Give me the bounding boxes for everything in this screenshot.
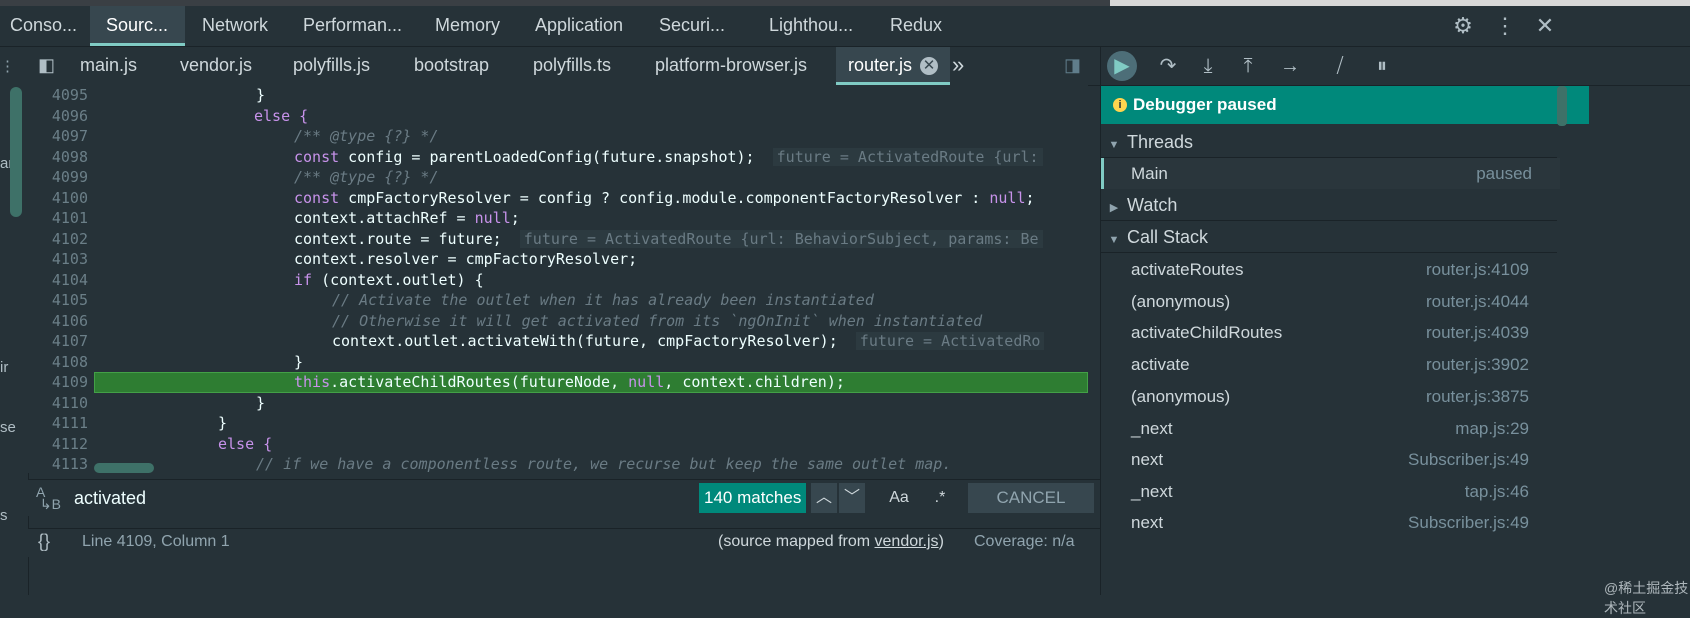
more-options-icon[interactable]: ⋮	[1491, 12, 1519, 40]
debugger-toolbar: ▶ ↷ ⤓ ⤒ → ⧸ ⏸	[1101, 47, 1690, 86]
call-frame[interactable]: (anonymous) router.js:4044	[1101, 286, 1557, 317]
code-editor[interactable]: 4095} 4096 else { 4097/** @type {?} */ 40…	[28, 85, 1088, 473]
call-frame[interactable]: _next tap.js:46	[1101, 476, 1557, 507]
inline-value-hint: future = ActivatedRoute {url:	[772, 147, 1043, 166]
pretty-print-icon[interactable]: {}	[38, 531, 50, 552]
tab-network[interactable]: Network	[202, 6, 268, 46]
code-line: 4106// Otherwise it will get activated f…	[51, 311, 983, 330]
thread-row-main[interactable]: Main paused	[1101, 158, 1560, 189]
code-line: 4099/** @type {?} */	[51, 168, 439, 186]
collapsed-triangle-icon: ▶	[1109, 202, 1119, 214]
call-frame[interactable]: _next map.js:29	[1101, 413, 1557, 444]
step-over-icon[interactable]: ↷	[1153, 51, 1183, 81]
navigator-text: ir	[0, 359, 9, 376]
next-match-button[interactable]: ﹀	[839, 483, 865, 513]
replace-toggle-icon[interactable]: A ↳B	[36, 485, 61, 511]
resume-icon[interactable]: ▶	[1107, 51, 1137, 81]
tab-application[interactable]: Application	[535, 6, 623, 46]
code-line: 4096 else {	[51, 106, 309, 125]
navigator-menu-icon[interactable]: ⋮	[0, 57, 15, 75]
tab-lighthouse[interactable]: Lighthou...	[769, 6, 853, 46]
more-tabs-icon[interactable]: »	[952, 47, 964, 85]
settings-gear-icon[interactable]: ⚙	[1449, 12, 1477, 40]
close-tab-icon[interactable]: ✕	[920, 57, 939, 76]
expanded-triangle-icon: ▼	[1108, 234, 1120, 246]
code-line: 4111}	[51, 414, 228, 432]
code-line: 4112 else {	[51, 434, 273, 453]
search-input[interactable]	[72, 482, 732, 514]
search-bar: A ↳B 140 matches ︿ ﹀ Aa .* CANCEL	[28, 479, 1100, 516]
code-line: 4095}	[51, 86, 266, 104]
current-execution-line: 4109 this.activateChildRoutes(futureNode,…	[28, 372, 1088, 393]
tab-performance[interactable]: Performan...	[303, 6, 402, 46]
debugger-scrollbar[interactable]	[1557, 86, 1567, 126]
code-line: 4097/** @type {?} */	[51, 127, 439, 145]
file-tab-bar: ◧ main.js vendor.js polyfills.js bootstr…	[28, 47, 1100, 86]
code-line: 4113// if we have a componentless route,…	[51, 455, 952, 473]
call-frame[interactable]: activateChildRoutes router.js:4039	[1101, 317, 1557, 348]
call-frame[interactable]: next Subscriber.js:49	[1101, 444, 1557, 475]
callstack-section-header[interactable]: ▼ Call Stack	[1101, 222, 1557, 253]
code-line: 4104 if (context.outlet) {	[51, 270, 484, 289]
tab-console[interactable]: Conso...	[10, 6, 88, 46]
tab-memory[interactable]: Memory	[435, 6, 500, 46]
navigator-text: se	[0, 419, 16, 436]
step-out-icon[interactable]: ⤒	[1233, 51, 1263, 81]
info-icon: i	[1113, 98, 1127, 112]
expanded-triangle-icon: ▼	[1108, 139, 1120, 151]
navigator-scrollbar[interactable]	[10, 87, 22, 217]
match-case-button[interactable]: Aa	[883, 483, 915, 513]
file-tab-polyfills-ts[interactable]: polyfills.ts	[533, 47, 611, 85]
code-line: 4107 context.outlet.activateWith(future, …	[28, 331, 1088, 352]
code-line: 4102 context.route = future; future = Act…	[28, 229, 1088, 250]
tab-security[interactable]: Securi...	[659, 6, 725, 46]
call-frame[interactable]: activate router.js:3902	[1101, 349, 1557, 380]
code-line: 4101 context.attachRef = null;	[51, 209, 520, 227]
call-frame[interactable]: (anonymous) router.js:3875	[1101, 381, 1557, 412]
file-tab-polyfills-js[interactable]: polyfills.js	[293, 47, 370, 85]
tab-redux[interactable]: Redux	[890, 6, 942, 46]
match-count-badge: 140 matches	[699, 483, 807, 513]
status-bar: {} Line 4109, Column 1 (source mapped fr…	[28, 528, 1100, 557]
pause-on-exceptions-icon[interactable]: ⏸	[1367, 51, 1397, 81]
cursor-position: Line 4109, Column 1	[82, 533, 230, 550]
step-icon[interactable]: →	[1275, 51, 1305, 81]
navigator-text: s	[0, 507, 8, 524]
code-line: 4110}	[51, 393, 266, 412]
regex-button[interactable]: .*	[926, 483, 954, 513]
debugger-paused-banner: i Debugger paused	[1101, 86, 1589, 124]
code-line: 4098 const config = parentLoadedConfig(fu…	[28, 147, 1088, 168]
file-tab-platform-browser-js[interactable]: platform-browser.js	[655, 47, 807, 85]
file-tab-router-js[interactable]: router.js ✕	[836, 47, 951, 85]
source-map-link[interactable]: vendor.js	[875, 533, 939, 550]
toggle-debugger-icon[interactable]: ◨	[1064, 47, 1081, 85]
code-line: 4105// Activate the outlet when it has a…	[51, 291, 874, 309]
step-into-icon[interactable]: ⤓	[1193, 51, 1223, 81]
code-line: 4103 context.resolver = cmpFactoryResolve…	[51, 250, 638, 268]
coverage-info: Coverage: n/a	[974, 533, 1075, 550]
file-tab-vendor-js[interactable]: vendor.js	[180, 47, 252, 85]
file-tab-bootstrap[interactable]: bootstrap	[414, 47, 489, 85]
tab-sources[interactable]: Sourc...	[90, 6, 185, 46]
file-tab-main-js[interactable]: main.js	[80, 47, 137, 85]
code-line: 4100 const cmpFactoryResolver = config ? …	[51, 188, 1035, 207]
toggle-navigator-icon[interactable]: ◧	[38, 47, 64, 85]
editor-horizontal-scrollbar[interactable]	[94, 463, 154, 473]
call-frame[interactable]: next Subscriber.js:49	[1101, 507, 1557, 538]
threads-section-header[interactable]: ▼ Threads	[1101, 127, 1557, 158]
close-icon[interactable]: ✕	[1531, 12, 1559, 40]
watermark: @稀土掘金技术社区	[1604, 580, 1689, 616]
debugger-pane: ▶ ↷ ⤓ ⤒ → ⧸ ⏸ i Debugger paused ▼ Threads …	[1100, 47, 1690, 595]
file-tab-label: router.js	[848, 55, 913, 75]
watch-section-header[interactable]: ▶ Watch	[1101, 190, 1557, 221]
inline-value-hint: future = ActivatedRo	[855, 332, 1045, 350]
previous-match-button[interactable]: ︿	[811, 483, 837, 513]
call-frame[interactable]: activateRoutes router.js:4109	[1101, 254, 1557, 285]
code-line: 4108}	[51, 352, 304, 371]
deactivate-breakpoints-icon[interactable]: ⧸	[1325, 51, 1355, 81]
inline-value-hint: future = ActivatedRoute {url: BehaviorSu…	[519, 229, 1043, 248]
panel-tab-bar: Conso... Sourc... Network Performan... M…	[0, 6, 1690, 47]
source-map-info: (source mapped from vendor.js)	[718, 533, 944, 550]
cancel-search-button[interactable]: CANCEL	[968, 483, 1094, 513]
